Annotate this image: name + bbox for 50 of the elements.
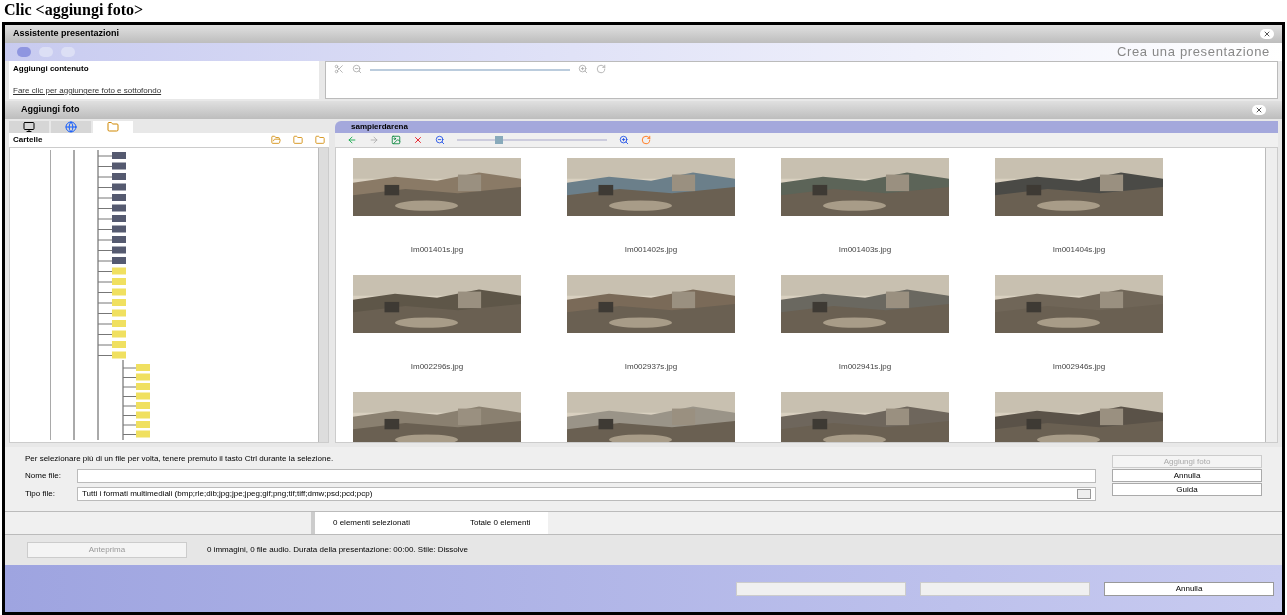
folder-icon[interactable] — [271, 135, 281, 145]
back-arrow-icon[interactable] — [347, 135, 357, 145]
hint-text: Per selezionare più di un file per volta, tenere premuto il tasto Ctrl durante la selezione. — [25, 453, 334, 465]
image-icon[interactable] — [391, 135, 401, 145]
file-name: Im002296s.jpg — [410, 361, 464, 373]
panel-title: Aggiungi contenuto — [13, 63, 90, 75]
window-title: Assistente presentazioni — [13, 27, 120, 41]
field-label: Tipo file: — [25, 488, 56, 500]
page-heading: Clic <aggiungi foto> — [4, 1, 144, 19]
file-name-field[interactable] — [77, 469, 1096, 483]
scissors-icon[interactable] — [334, 64, 344, 74]
file-name: Im001401s.jpg — [410, 244, 464, 256]
file-name: Im002946s.jpg — [1052, 361, 1106, 373]
zoom-in-icon[interactable] — [578, 64, 588, 74]
folder-icon — [107, 121, 119, 133]
file-name: Im002941s.jpg — [838, 361, 892, 373]
dialog-button[interactable]: Guida — [1112, 483, 1262, 496]
add-content-link[interactable]: Fare clic per aggiungere foto e sottofondo — [13, 85, 315, 97]
rotate-icon[interactable] — [641, 135, 651, 145]
scrollbar[interactable] — [1265, 148, 1277, 442]
presentation-summary: 0 immagini, 0 file audio. Durata della presentazione: 00:00. Stile: Dissolve — [207, 544, 469, 556]
delete-icon[interactable] — [413, 135, 423, 145]
globe-icon — [65, 121, 77, 133]
zoom-out-icon[interactable] — [352, 64, 362, 74]
scrollbar[interactable] — [318, 148, 328, 442]
dialog-button[interactable]: Annulla — [1112, 469, 1262, 482]
file-name: Im001403s.jpg — [838, 244, 892, 256]
zoom-out-icon[interactable] — [435, 135, 445, 145]
total-count: Totale 0 elementi — [469, 517, 531, 529]
file-name: Im001402s.jpg — [624, 244, 678, 256]
step-indicator[interactable] — [17, 47, 31, 57]
file-type-dropdown[interactable]: Tutti i formati multimediali (bmp;rle;dib;jpg;jpe;jpeg;gif;png;tif;tiff;dmw;psd;pcd;pcp) — [77, 487, 1096, 501]
file-name: Im002937s.jpg — [624, 361, 678, 373]
dialog-title: Aggiungi foto — [21, 103, 80, 117]
folder-icon[interactable] — [293, 135, 303, 145]
monitor-icon — [23, 121, 35, 133]
wizard-subtitle: Crea una presentazione — [1116, 43, 1270, 62]
folder-icon[interactable] — [315, 135, 325, 145]
rotate-icon[interactable] — [596, 64, 606, 74]
folder-name: sampierdarena — [351, 121, 408, 133]
file-name: Im001404s.jpg — [1052, 244, 1106, 256]
selection-count: 0 elementi selezionati — [333, 517, 410, 529]
field-label: Nome file: — [25, 470, 62, 482]
forward-arrow-icon[interactable] — [369, 135, 379, 145]
source-tab[interactable] — [9, 121, 49, 133]
close-icon[interactable] — [1260, 29, 1274, 39]
close-icon[interactable] — [1252, 105, 1266, 115]
folders-title: Cartelle — [13, 134, 43, 146]
footer-button[interactable]: Annulla — [1104, 581, 1274, 596]
zoom-in-icon[interactable] — [619, 135, 629, 145]
